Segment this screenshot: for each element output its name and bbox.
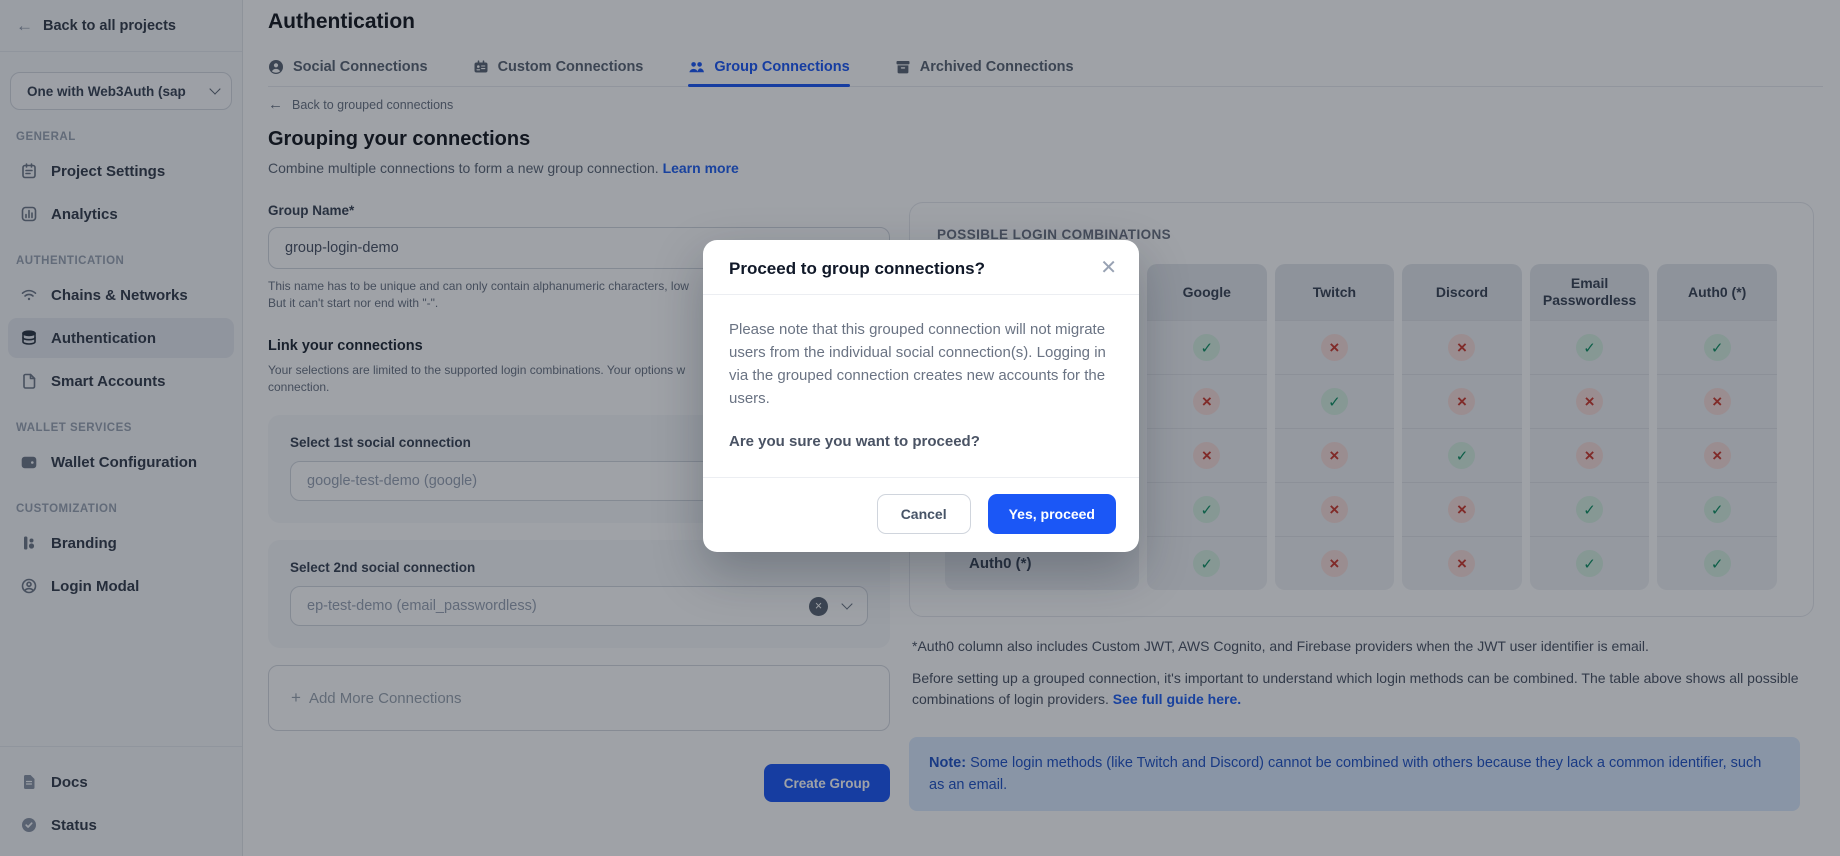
modal-footer: Cancel Yes, proceed: [703, 477, 1139, 552]
modal-body: Please note that this grouped connection…: [703, 295, 1139, 477]
cancel-button[interactable]: Cancel: [877, 494, 971, 534]
yes-proceed-button[interactable]: Yes, proceed: [988, 494, 1116, 534]
proceed-confirmation-modal: Proceed to group connections? ✕ Please n…: [703, 240, 1139, 552]
modal-body-text: Please note that this grouped connection…: [729, 318, 1113, 410]
close-icon[interactable]: ✕: [1100, 259, 1117, 277]
modal-question: Are you sure you want to proceed?: [729, 430, 1113, 453]
modal-title: Proceed to group connections?: [729, 259, 985, 279]
modal-header: Proceed to group connections? ✕: [703, 240, 1139, 295]
